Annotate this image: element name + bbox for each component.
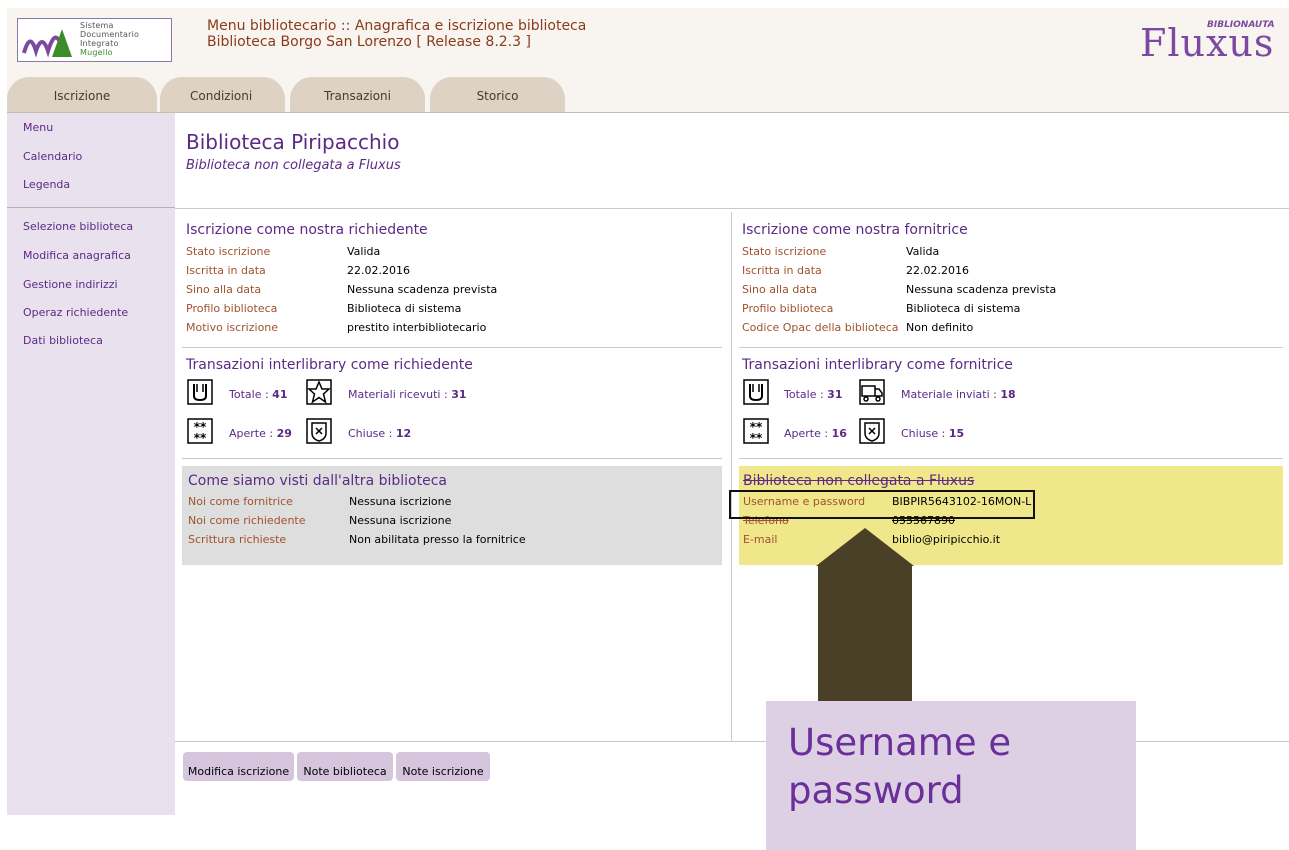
callout-line2: password: [788, 769, 964, 812]
sidebar-item-selezione-biblioteca[interactable]: Selezione biblioteca: [23, 220, 133, 233]
up-arrow-icon: [816, 528, 914, 704]
title-divider: [175, 208, 1289, 209]
value-profilo-biblioteca: Biblioteca di sistema: [347, 302, 462, 315]
label-email: E-mail: [743, 533, 778, 546]
section-title-fornitrice: Iscrizione come nostra fornitrice: [742, 222, 968, 238]
value-noi-come-richiedente: Nessuna iscrizione: [349, 514, 452, 527]
brand-logo: Fluxus: [1140, 21, 1275, 65]
value-stato-iscrizione: Valida: [347, 245, 381, 258]
logo-line-4: Mugello: [80, 48, 113, 57]
value-iscritta-in-data: 22.02.2016: [347, 264, 410, 277]
page-title: Biblioteca Piripacchio: [186, 130, 400, 154]
stat-chiuse: Chiuse : 12: [348, 427, 412, 440]
label-codice-opac: Codice Opac della biblioteca: [742, 321, 899, 334]
sidebar-item-operaz-richiedente[interactable]: Operaz richiedente: [23, 306, 128, 319]
sidebar-item-legenda[interactable]: Legenda: [23, 178, 70, 191]
logo-mark-icon: [22, 29, 72, 58]
stat-chiuse: Chiuse : 15: [901, 427, 965, 440]
inbox-icon: [187, 379, 213, 405]
stat-totale: Totale : 41: [229, 388, 288, 401]
sidebar-item-menu[interactable]: Menu: [23, 121, 53, 134]
label-sino-alla-data: Sino alla data: [186, 283, 262, 296]
label-sino-alla-data: Sino alla data: [742, 283, 818, 296]
header-title-line1: Menu bibliotecario :: Anagrafica e iscri…: [207, 18, 587, 34]
closed-shield-icon: [306, 418, 332, 444]
note-biblioteca-button[interactable]: Note biblioteca: [297, 752, 393, 781]
label-iscritta-in-data: Iscritta in data: [742, 264, 822, 277]
section-title-richiedente: Iscrizione come nostra richiedente: [186, 222, 428, 238]
panel-vista-altra-biblioteca: Come siamo visti dall'altra biblioteca N…: [182, 466, 722, 565]
value-noi-come-fornitrice: Nessuna iscrizione: [349, 495, 452, 508]
section-divider: [182, 458, 722, 459]
label-stato-iscrizione: Stato iscrizione: [742, 245, 827, 258]
asterisks-icon: ** **: [743, 418, 769, 445]
panel-title-non-collegata: Biblioteca non collegata a Fluxus: [743, 473, 975, 489]
tab-transazioni[interactable]: Transazioni: [290, 77, 425, 113]
section-title-transazioni-fornitrice: Transazioni interlibrary come fornitrice: [742, 357, 1013, 373]
header-title-line2: Biblioteca Borgo San Lorenzo [ Release 8…: [207, 34, 531, 50]
svg-text:**: **: [194, 431, 207, 445]
section-divider: [739, 458, 1283, 459]
logo-line-2: Documentario: [80, 30, 140, 39]
label-motivo-iscrizione: Motivo iscrizione: [186, 321, 279, 334]
stat-aperte: Aperte : 29: [229, 427, 292, 440]
panel-title-vista: Come siamo visti dall'altra biblioteca: [188, 473, 447, 489]
value-sino-alla-data: Nessuna scadenza prevista: [906, 283, 1057, 296]
truck-icon: [859, 379, 885, 405]
sidebar: Menu Calendario Legenda Selezione biblio…: [7, 113, 175, 815]
stat-materiali-ricevuti: Materiali ricevuti : 31: [348, 388, 467, 401]
stat-aperte: Aperte : 16: [784, 427, 847, 440]
section-title-transazioni-richiedente: Transazioni interlibrary come richiedent…: [186, 357, 473, 373]
sdim-logo: Sistema Documentario Integrato Mugello: [17, 18, 172, 62]
label-scrittura-richieste: Scrittura richieste: [188, 533, 287, 546]
value-scrittura-richieste: Non abilitata presso la fornitrice: [349, 533, 526, 546]
label-profilo-biblioteca: Profilo biblioteca: [742, 302, 834, 315]
value-sino-alla-data: Nessuna scadenza prevista: [347, 283, 498, 296]
modifica-iscrizione-button[interactable]: Modifica iscrizione: [183, 752, 294, 781]
value-stato-iscrizione: Valida: [906, 245, 940, 258]
value-profilo-biblioteca: Biblioteca di sistema: [906, 302, 1021, 315]
tab-divider: [7, 112, 1289, 113]
star-icon: [306, 379, 332, 405]
value-iscritta-in-data: 22.02.2016: [906, 264, 969, 277]
logo-line-1: Sistema: [80, 21, 114, 30]
asterisks-icon: ** **: [187, 418, 213, 445]
header-title: Menu bibliotecario :: Anagrafica e iscri…: [207, 18, 586, 50]
sidebar-item-calendario[interactable]: Calendario: [23, 150, 82, 163]
label-noi-come-fornitrice: Noi come fornitrice: [188, 495, 293, 508]
section-divider: [182, 347, 722, 348]
page-subtitle: Biblioteca non collegata a Fluxus: [186, 158, 401, 173]
note-iscrizione-button[interactable]: Note iscrizione: [396, 752, 490, 781]
logo-line-3: Integrato: [80, 39, 119, 48]
sidebar-item-gestione-indirizzi[interactable]: Gestione indirizzi: [23, 278, 118, 291]
highlight-box: [729, 490, 1035, 519]
label-stato-iscrizione: Stato iscrizione: [186, 245, 271, 258]
sidebar-item-dati-biblioteca[interactable]: Dati biblioteca: [23, 334, 103, 347]
stat-materiale-inviati: Materiale inviati : 18: [901, 388, 1016, 401]
closed-shield-icon: [859, 418, 885, 444]
label-noi-come-richiedente: Noi come richiedente: [188, 514, 306, 527]
column-divider: [731, 212, 732, 742]
tab-storico[interactable]: Storico: [430, 77, 565, 113]
sidebar-item-modifica-anagrafica[interactable]: Modifica anagrafica: [23, 249, 131, 262]
inbox-icon: [743, 379, 769, 405]
value-codice-opac: Non definito: [906, 321, 974, 334]
sidebar-divider: [7, 207, 175, 208]
label-iscritta-in-data: Iscritta in data: [186, 264, 266, 277]
callout-label: Username e password: [766, 701, 1136, 850]
label-profilo-biblioteca: Profilo biblioteca: [186, 302, 278, 315]
section-divider: [739, 347, 1283, 348]
value-motivo-iscrizione: prestito interbibliotecario: [347, 321, 487, 334]
stat-totale: Totale : 31: [784, 388, 843, 401]
tab-condizioni[interactable]: Condizioni: [160, 77, 285, 113]
svg-text:**: **: [750, 431, 763, 445]
tab-iscrizione[interactable]: Iscrizione: [7, 77, 157, 113]
callout-line1: Username e: [788, 721, 1012, 764]
